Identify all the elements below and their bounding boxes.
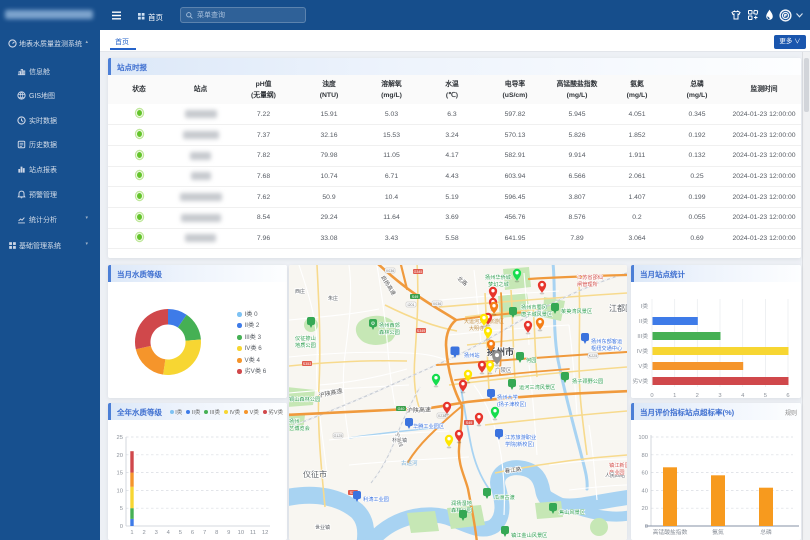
- svg-text:扬州站: 扬州站: [464, 351, 480, 359]
- svg-text:III类: III类: [637, 332, 648, 340]
- svg-text:扬州华侨城: 扬州华侨城: [485, 273, 512, 281]
- svg-text:20: 20: [117, 453, 123, 459]
- svg-text:2: 2: [696, 393, 699, 399]
- svg-text:古运河: 古运河: [401, 459, 418, 467]
- svg-text:7: 7: [203, 530, 206, 536]
- svg-text:K225: K225: [589, 354, 597, 358]
- svg-text:1: 1: [673, 393, 676, 399]
- svg-text:瓜洲古渡: 瓜洲古渡: [494, 493, 515, 501]
- svg-text:仪征市: 仪征市: [303, 469, 327, 479]
- svg-text:扬州西郊: 扬州西郊: [379, 321, 400, 329]
- svg-text:25: 25: [117, 435, 123, 441]
- svg-text:4: 4: [741, 393, 745, 399]
- svg-text:广陵区: 广陵区: [495, 366, 512, 374]
- svg-text:X036: X036: [386, 269, 394, 273]
- svg-text:运河三湾风景区: 运河三湾风景区: [519, 383, 555, 391]
- svg-text:IV类: IV类: [637, 347, 648, 355]
- svg-text:2: 2: [142, 530, 145, 536]
- svg-text:江都区: 江都区: [609, 304, 627, 313]
- svg-text:润扬湿地: 润扬湿地: [451, 499, 472, 507]
- svg-text:枢纽交通中心: 枢纽交通中心: [591, 344, 622, 352]
- svg-text:100: 100: [638, 435, 648, 441]
- svg-text:何园: 何园: [526, 356, 536, 364]
- svg-text:V类: V类: [638, 362, 648, 370]
- svg-text:世业镇: 世业镇: [315, 524, 330, 531]
- svg-text:S49: S49: [466, 421, 472, 425]
- svg-text:扬州: 扬州: [289, 417, 299, 425]
- svg-text:扬州大学: 扬州大学: [497, 393, 518, 401]
- svg-text:铜山森林公园: 铜山森林公园: [289, 395, 320, 403]
- svg-text:S349: S349: [417, 329, 425, 333]
- svg-text:9: 9: [227, 530, 230, 536]
- svg-text:3: 3: [718, 393, 721, 399]
- svg-text:大明寺: 大明寺: [469, 325, 484, 332]
- svg-text:华腾工业园区: 华腾工业园区: [413, 422, 444, 430]
- svg-text:S49: S49: [412, 295, 418, 299]
- svg-text:地质公园: 地质公园: [295, 341, 316, 349]
- svg-text:3: 3: [155, 530, 158, 536]
- svg-text:5: 5: [179, 530, 182, 536]
- svg-text:6: 6: [786, 393, 789, 399]
- svg-text:1: 1: [130, 530, 133, 536]
- svg-text:S353: S353: [303, 362, 311, 366]
- svg-text:5: 5: [764, 393, 767, 399]
- svg-text:I201: I201: [408, 303, 415, 307]
- svg-text:60: 60: [642, 471, 648, 477]
- svg-text:扬子颈野公园: 扬子颈野公园: [572, 377, 603, 385]
- svg-text:仪征捺山: 仪征捺山: [295, 334, 316, 342]
- svg-text:11: 11: [250, 530, 256, 536]
- svg-text:总磷: 总磷: [760, 528, 772, 536]
- svg-text:5: 5: [120, 506, 123, 512]
- svg-text:产业园: 产业园: [609, 468, 625, 476]
- svg-text:镇江新区: 镇江新区: [609, 461, 627, 469]
- svg-text:40: 40: [642, 488, 648, 494]
- svg-text:II类: II类: [639, 317, 648, 325]
- svg-text:⚙: ⚙: [371, 321, 376, 327]
- svg-text:10: 10: [117, 488, 123, 494]
- svg-text:朱庄: 朱庄: [328, 295, 338, 302]
- svg-text:劣V类: 劣V类: [633, 377, 649, 385]
- svg-text:氨氮: 氨氮: [712, 528, 724, 536]
- svg-text:G345: G345: [414, 270, 423, 274]
- svg-text:茱萸湾风景区: 茱萸湾风景区: [561, 307, 592, 315]
- svg-text:高锰酸盐指数: 高锰酸盐指数: [653, 528, 688, 536]
- svg-text:80: 80: [642, 453, 648, 459]
- svg-text:6: 6: [191, 530, 194, 536]
- svg-text:12: 12: [262, 530, 268, 536]
- svg-text:0: 0: [650, 393, 653, 399]
- svg-text:4: 4: [167, 530, 171, 536]
- svg-text:闸管理所: 闸管理所: [577, 280, 598, 288]
- svg-text:焦山风景区: 焦山风景区: [559, 508, 585, 516]
- svg-text:8: 8: [215, 530, 218, 536]
- svg-text:G125: G125: [334, 434, 343, 438]
- svg-text:10: 10: [238, 530, 244, 536]
- svg-text:(扬子津校区): (扬子津校区): [497, 400, 527, 408]
- svg-text:镇江金山风景区: 镇江金山风景区: [511, 531, 547, 539]
- svg-text:唐子城风景区: 唐子城风景区: [521, 310, 552, 318]
- svg-text:西庄: 西庄: [295, 288, 305, 295]
- svg-text:20: 20: [642, 506, 648, 512]
- svg-text:15: 15: [117, 471, 123, 477]
- svg-text:江苏省邵仙: 江苏省邵仙: [577, 273, 603, 281]
- svg-text:I类: I类: [641, 302, 649, 310]
- svg-text:梦幻之城: 梦幻之城: [488, 280, 510, 288]
- svg-text:艺博览会: 艺博览会: [289, 424, 310, 432]
- svg-text:江苏旅游职业: 江苏旅游职业: [505, 433, 536, 441]
- svg-text:X036: X036: [433, 302, 441, 306]
- svg-text:0: 0: [120, 524, 123, 530]
- svg-text:0: 0: [645, 524, 648, 530]
- svg-text:G40: G40: [398, 407, 405, 411]
- svg-text:森林公园: 森林公园: [379, 328, 400, 336]
- svg-text:学院(新校区): 学院(新校区): [505, 440, 535, 448]
- svg-text:利涛工业园: 利涛工业园: [363, 495, 389, 503]
- svg-text:扬州市蜀冈: 扬州市蜀冈: [521, 303, 547, 311]
- svg-text:扬州东部客运: 扬州东部客运: [591, 337, 623, 345]
